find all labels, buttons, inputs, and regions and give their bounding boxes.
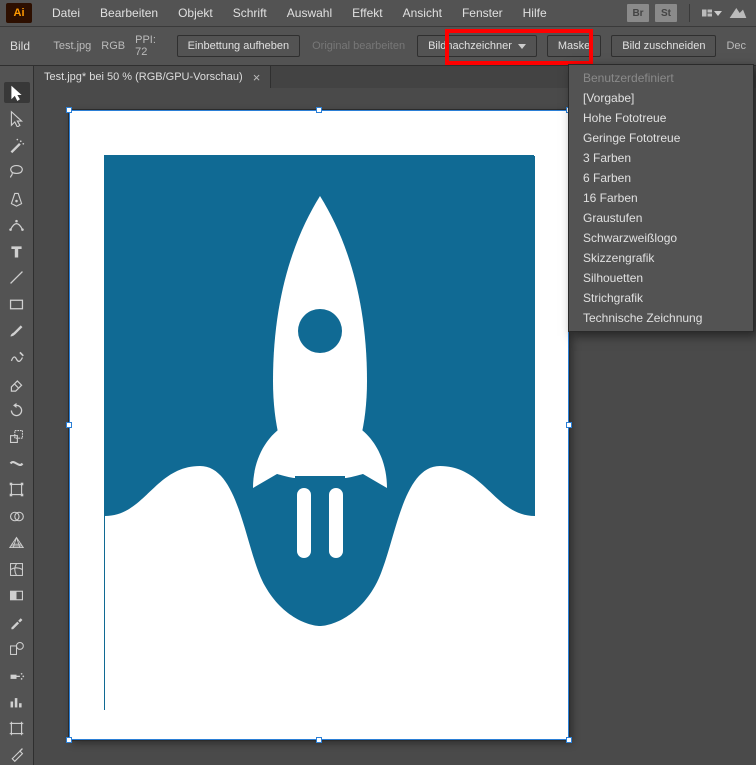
menu-edit[interactable]: Bearbeiten [90,0,168,26]
direct-selection-tool-icon[interactable] [4,109,30,130]
symbol-sprayer-tool-icon[interactable] [4,665,30,686]
gpu-preview-icon[interactable] [728,5,748,21]
menu-file[interactable]: Datei [42,0,90,26]
shaper-tool-icon[interactable] [4,347,30,368]
preset-default[interactable]: [Vorgabe] [569,88,753,108]
preset-bw-logo[interactable]: Schwarzweißlogo [569,228,753,248]
mask-button[interactable]: Maske [547,35,601,57]
type-tool-icon[interactable] [4,241,30,262]
control-bar: Bild Test.jpg RGB PPI: 72 Einbettung auf… [0,26,756,66]
free-transform-tool-icon[interactable] [4,480,30,501]
preset-silhouettes[interactable]: Silhouetten [569,268,753,288]
rectangle-tool-icon[interactable] [4,294,30,315]
mesh-tool-icon[interactable] [4,559,30,580]
control-mode-label: Bild [10,39,30,53]
preset-technical[interactable]: Technische Zeichnung [569,308,753,328]
preset-grayscale[interactable]: Graustufen [569,208,753,228]
perspective-grid-tool-icon[interactable] [4,533,30,554]
slice-tool-icon[interactable] [4,745,30,765]
artboard[interactable] [69,110,569,740]
preset-low-fidelity[interactable]: Geringe Fototreue [569,128,753,148]
arrange-documents-icon[interactable] [702,5,722,21]
tools-panel [0,66,34,765]
menu-object[interactable]: Objekt [168,0,223,26]
menu-window[interactable]: Fenster [452,0,513,26]
preset-6-colors[interactable]: 6 Farben [569,168,753,188]
color-mode-label: RGB [101,40,125,52]
gradient-tool-icon[interactable] [4,586,30,607]
curvature-tool-icon[interactable] [4,215,30,236]
menu-effect[interactable]: Effekt [342,0,392,26]
image-trace-label: Bildnachzeichner [428,40,512,52]
preset-high-fidelity[interactable]: Hohe Fototreue [569,108,753,128]
selection-tool-icon[interactable] [4,82,30,103]
preset-sketch[interactable]: Skizzengrafik [569,248,753,268]
bridge-badge-icon[interactable]: Br [627,4,649,22]
preset-3-colors[interactable]: 3 Farben [569,148,753,168]
app-logo-icon: Ai [6,3,32,23]
placed-image[interactable] [104,155,534,710]
truncated-button[interactable]: Dec [726,40,746,52]
scale-tool-icon[interactable] [4,427,30,448]
stock-badge-icon[interactable]: St [655,4,677,22]
width-tool-icon[interactable] [4,453,30,474]
magic-wand-tool-icon[interactable] [4,135,30,156]
eyedropper-tool-icon[interactable] [4,612,30,633]
menu-view[interactable]: Ansicht [393,0,452,26]
artboard-tool-icon[interactable] [4,718,30,739]
rotate-tool-icon[interactable] [4,400,30,421]
eraser-tool-icon[interactable] [4,374,30,395]
document-tab-title: Test.jpg* bei 50 % (RGB/GPU-Vorschau) [44,71,243,83]
line-tool-icon[interactable] [4,268,30,289]
crop-image-button[interactable]: Bild zuschneiden [611,35,716,57]
document-tab[interactable]: Test.jpg* bei 50 % (RGB/GPU-Vorschau) × [34,66,271,88]
menu-select[interactable]: Auswahl [277,0,342,26]
separator [689,4,690,22]
shape-builder-tool-icon[interactable] [4,506,30,527]
menu-help[interactable]: Hilfe [513,0,557,26]
menu-bar: Ai Datei Bearbeiten Objekt Schrift Auswa… [0,0,756,26]
preset-line-art[interactable]: Strichgrafik [569,288,753,308]
pen-tool-icon[interactable] [4,188,30,209]
unembed-button[interactable]: Einbettung aufheben [177,35,301,57]
image-trace-button[interactable]: Bildnachzeichner [417,35,537,57]
ppi-label: PPI: 72 [135,34,156,58]
column-graph-tool-icon[interactable] [4,692,30,713]
edit-original-button: Original bearbeiten [310,36,407,56]
paintbrush-tool-icon[interactable] [4,321,30,342]
close-tab-icon[interactable]: × [253,70,261,85]
lasso-tool-icon[interactable] [4,162,30,183]
image-trace-presets-dropdown: Benutzerdefiniert [Vorgabe] Hohe Fototre… [568,64,754,332]
preset-16-colors[interactable]: 16 Farben [569,188,753,208]
blend-tool-icon[interactable] [4,639,30,660]
chevron-down-icon[interactable] [518,44,526,49]
dropdown-header: Benutzerdefiniert [569,68,753,88]
linked-filename: Test.jpg [53,40,91,52]
menu-type[interactable]: Schrift [223,0,277,26]
